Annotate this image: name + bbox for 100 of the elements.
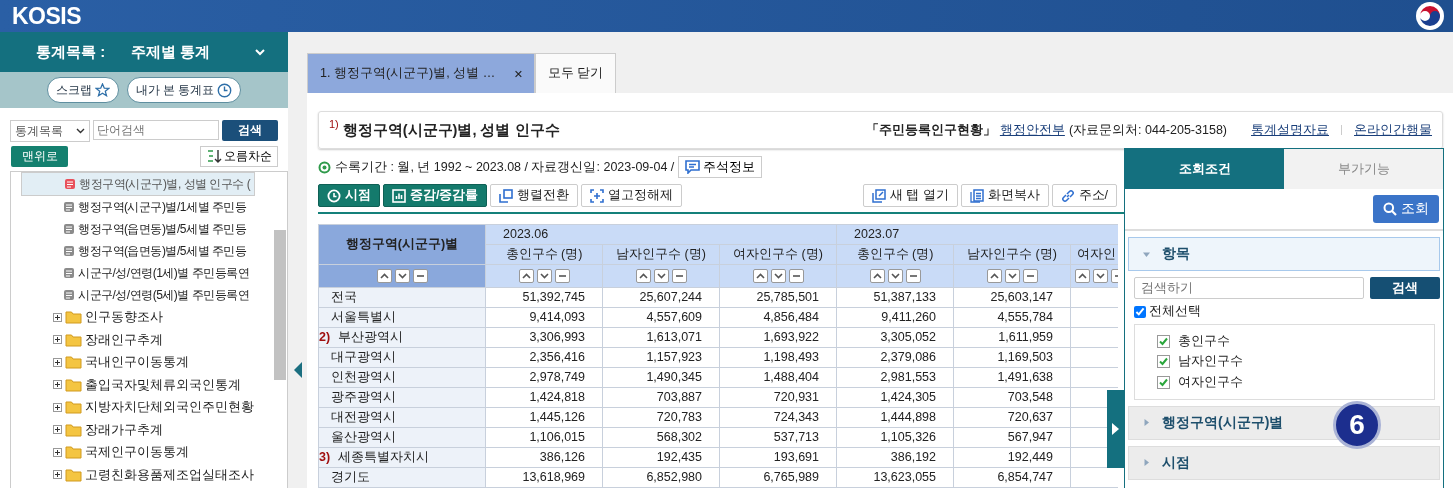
table-cell: 1,424,818 [485,387,603,408]
contact-text: (자료문의처: 044-205-3158) [1068,121,1227,139]
toolbar-button[interactable]: 열고정해제 [581,184,683,207]
row-label: 경기도 [318,467,486,488]
table-cell: 703,548 [953,387,1071,408]
tree-item[interactable]: 행정구역(시군구)별, 성별 인구수 ( [21,172,256,196]
agency-link[interactable]: 행정안전부 [999,121,1065,139]
search-button[interactable]: 검색 [222,120,278,141]
table-cell: 4,555,784 [953,307,1071,328]
section-header[interactable]: 시점 [1128,445,1440,480]
table-cell: 9,414,093 [485,307,603,328]
table-cell: 4,856,484 [719,307,837,328]
region-name: 세종특별자치시 [338,450,430,464]
period-header: 2023.07 [836,224,1118,245]
toolbar-button[interactable]: 새 탭 열기 [862,184,958,207]
footnote-mark: 3) [319,450,331,464]
period-header: 2023.06 [485,224,837,245]
table-cell: 1,198,493 [719,347,837,368]
table-cell: 3,305,052 [836,327,954,348]
tab[interactable]: 모두 닫기 [535,53,617,93]
table-cell: 2,379,086 [836,347,954,368]
toolbar-button[interactable]: 시점 [318,184,380,207]
toolbar-button[interactable]: 화면복사 [960,184,1049,207]
table-cell: 25,607,244 [602,287,720,308]
table-cell: 6,854,747 [953,467,1071,488]
tree-item[interactable]: 행정구역(읍면동)별/5세별 주민등 [21,218,247,240]
search-field[interactable]: 검색하기 [1134,277,1365,299]
table-cell: 13,618,969 [485,467,603,488]
tree-folder[interactable]: 장래인구추계 [21,328,273,351]
table-cell: 1,490,345 [602,367,720,388]
catalog-dropdown[interactable]: 주제별 통계 [131,42,211,62]
tree-folder[interactable]: 장래가구추계 [21,418,273,441]
tree-folder[interactable]: 국내인구이동통계 [21,351,273,374]
table-cell: 724,343 [719,407,837,428]
checkbox-label: 전체선택 [1149,303,1201,320]
toolbar-button[interactable]: 주소/ [1051,184,1117,207]
table-cell: 1,157,923 [602,347,720,368]
tree-folder[interactable]: 국제인구이동통계 [21,441,273,464]
item-label: 남자인구수 [1178,353,1243,371]
toolbar-button[interactable]: 행렬전환 [490,184,579,207]
row-label: 인천광역시 [318,367,486,388]
tree-folder[interactable]: 출입국자및체류외국인통계 [21,373,273,396]
logo[interactable]: KOSIS [12,2,82,30]
table-cell: 720,783 [602,407,720,428]
table-title: 행정구역(시군구)별, 성별 인구수 [342,120,560,140]
row-label: 광주광역시 [318,387,486,408]
description-link[interactable]: 통계설명자료 [1251,121,1329,139]
table-cell: 386,126 [485,447,603,468]
table-cell: 1,613,071 [602,327,720,348]
publication-link[interactable]: 온라인간행물 [1354,121,1432,139]
pill-button[interactable]: 스크랩 [46,77,119,103]
catalog-select[interactable]: 통계목록 [10,120,91,142]
table-cell: 1,424,305 [836,387,954,408]
item-label: 여자인구수 [1178,373,1243,391]
item-label: 총인구수 [1178,332,1230,350]
tab[interactable]: 1. 행정구역(시군구)별, 성별 … [307,53,535,93]
table-cell: 1,488,404 [719,367,837,388]
table-cell: 1,106,015 [485,427,603,448]
table-cell: 51,387,133 [836,287,954,308]
tree-folder[interactable]: 인구동향조사 [21,306,273,329]
row-label: 대전광역시 [318,407,486,428]
table-cell: 25,785,501 [719,287,837,308]
table-cell: 9,411,260 [836,307,954,328]
table-cell: 2,356,416 [485,347,603,368]
table-cell: 720,637 [953,407,1071,428]
tree-item[interactable]: 행정구역(읍면동)별/5세별 주민등 [21,240,247,262]
tree-folder[interactable]: 고령친화용품제조업실태조사 [21,463,273,486]
notes-button[interactable]: 주석정보 [678,156,763,178]
toolbar-button[interactable]: 증감/증감률 [383,184,488,207]
panel-tab[interactable]: 조회조건 [1125,149,1284,189]
sort-order-button[interactable]: 오름차순 [200,146,278,167]
catalog-label: 통계목록 : [36,42,106,62]
tree-item[interactable]: 행정구역(시군구)별/1세별 주민등 [21,196,247,218]
query-button[interactable]: 조회 [1373,195,1439,223]
pill-button[interactable]: 내가 본 통계표 [126,77,242,103]
table-cell: 13,623,055 [836,467,954,488]
tree-item[interactable]: 시군구/성/연령(1세)별 주민등록연 [21,262,250,284]
table-cell: 192,449 [953,447,1071,468]
table-cell: 568,302 [602,427,720,448]
table-cell: 2,981,553 [836,367,954,388]
table-cell: 1,693,922 [719,327,837,348]
table-cell: 1,491,638 [953,367,1071,388]
region-name: 부산광역시 [338,330,404,344]
table-cell: 386,192 [836,447,954,468]
tree-folder[interactable]: 지방자치단체외국인주민현황 [21,396,273,419]
row-label: 전국 [318,287,486,308]
table-cell: 1,169,503 [953,347,1071,368]
search-field[interactable]: 단어검색 [93,120,220,140]
table-cell: 703,887 [602,387,720,408]
top-button[interactable]: 맨위로 [11,146,68,167]
section-header[interactable]: 항목 [1128,237,1440,271]
table-cell: 1,444,898 [836,407,954,428]
table-cell: 2,978,749 [485,367,603,388]
table-cell: 1,445,126 [485,407,603,428]
table-cell: 4,557,609 [602,307,720,328]
tree-item[interactable]: 시군구/성/연령(5세)별 주민등록연 [21,284,250,306]
table-cell: 6,852,980 [602,467,720,488]
table-cell: 1,611,959 [953,327,1071,348]
row-label: 대구광역시 [318,347,486,368]
search-button[interactable]: 검색 [1370,277,1440,299]
